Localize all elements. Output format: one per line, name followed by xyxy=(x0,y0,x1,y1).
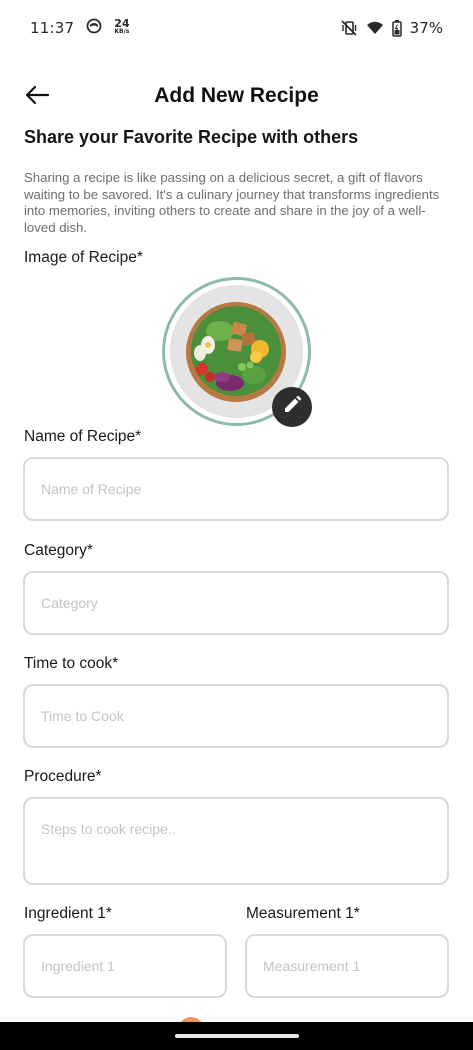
time-field[interactable] xyxy=(41,708,447,724)
section-heading: Share your Favorite Recipe with others xyxy=(24,127,359,147)
network-speed-value: 24 xyxy=(114,17,130,30)
pencil-icon xyxy=(282,395,302,420)
category-field-box xyxy=(23,571,449,635)
intro-text: Sharing a recipe is like passing on a de… xyxy=(24,170,440,235)
battery-percent: 37% xyxy=(409,19,443,37)
network-speed: 24 KB/s xyxy=(114,17,130,36)
procedure-field-box xyxy=(23,797,449,885)
image-label: Image of Recipe* xyxy=(24,249,143,266)
app-header: Add New Recipe xyxy=(0,76,473,116)
wifi-icon xyxy=(366,20,384,36)
ingredient-field-box xyxy=(23,934,227,998)
ingredient-field[interactable] xyxy=(41,958,225,974)
measurement-field-box xyxy=(245,934,449,998)
status-right: 37% xyxy=(340,19,443,37)
procedure-label: Procedure* xyxy=(24,768,102,785)
category-label: Category* xyxy=(24,542,93,559)
measurement-label: Measurement 1* xyxy=(246,905,360,922)
category-field[interactable] xyxy=(41,595,447,611)
back-button[interactable] xyxy=(22,82,52,112)
page-title: Add New Recipe xyxy=(154,84,319,107)
measurement-field[interactable] xyxy=(263,958,447,974)
status-bar: 11:37 24 KB/s 37% xyxy=(0,0,473,56)
time-label: Time to cook* xyxy=(24,655,119,672)
add-recipe-screen: 11:37 24 KB/s 37% Add New Recipe Share y… xyxy=(0,0,473,1050)
name-label: Name of Recipe* xyxy=(24,428,142,445)
time-field-box xyxy=(23,684,449,748)
name-field-box xyxy=(23,457,449,521)
system-nav-bar xyxy=(0,1022,473,1050)
arrow-back-icon xyxy=(24,85,50,110)
name-field[interactable] xyxy=(41,481,447,497)
home-gesture-handle[interactable] xyxy=(174,1034,299,1038)
status-time: 11:37 xyxy=(30,19,75,37)
sync-status-icon xyxy=(86,18,102,38)
status-left: 11:37 24 KB/s xyxy=(30,18,130,38)
vibrate-off-icon xyxy=(340,19,358,37)
network-speed-unit: KB/s xyxy=(114,28,130,35)
edit-image-button[interactable] xyxy=(272,387,312,427)
procedure-field[interactable] xyxy=(41,821,447,861)
ingredient-label: Ingredient 1* xyxy=(24,905,112,922)
battery-icon xyxy=(391,19,402,37)
